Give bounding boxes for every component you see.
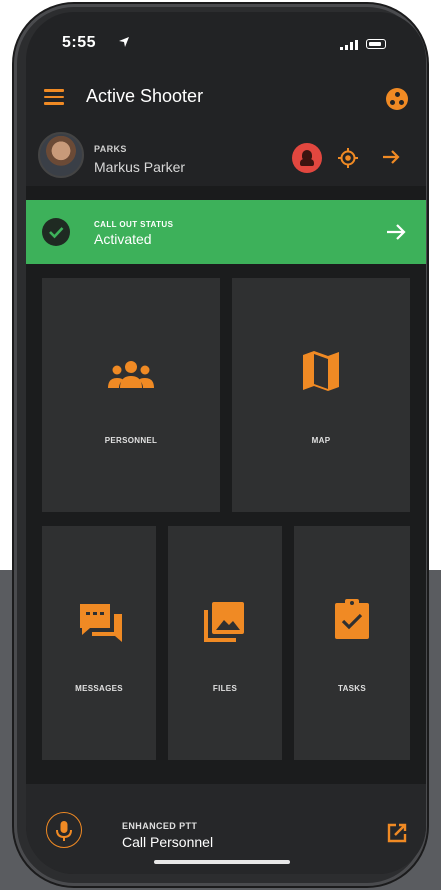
home-indicator[interactable] (154, 860, 290, 864)
messages-icon (80, 604, 122, 642)
signal-icon (340, 40, 358, 50)
tile-files-label: FILES (212, 684, 238, 693)
tile-messages[interactable]: MESSAGES (42, 526, 156, 760)
user-row[interactable]: PARKS Markus Parker (26, 124, 426, 186)
tile-personnel-label: PERSONNEL (104, 436, 158, 445)
callout-status-banner[interactable]: CALL OUT STATUS Activated (26, 200, 426, 264)
app-screen: 5:55 Active Shooter PARKS Markus Parker (26, 12, 426, 874)
callout-value: Activated (94, 231, 152, 247)
alert-icon[interactable] (292, 143, 322, 173)
location-arrow-icon (119, 37, 129, 47)
ptt-value: Call Personnel (122, 834, 214, 850)
tile-map-label: MAP (311, 436, 331, 445)
divider (26, 186, 426, 200)
tile-messages-label: MESSAGES (75, 684, 123, 693)
tile-map[interactable]: MAP (232, 278, 410, 512)
callout-label: CALL OUT STATUS (94, 220, 174, 229)
battery-icon (366, 39, 386, 49)
map-icon (303, 351, 339, 391)
avatar (38, 132, 84, 178)
group-icon (108, 361, 154, 388)
check-icon (42, 218, 70, 246)
tasks-icon (335, 599, 369, 639)
tile-tasks-label: TASKS (337, 684, 367, 693)
tile-personnel[interactable]: PERSONNEL (42, 278, 220, 512)
target-icon[interactable] (338, 148, 358, 168)
user-team: PARKS (94, 144, 127, 154)
microphone-icon[interactable] (46, 812, 82, 848)
open-external-icon[interactable] (386, 822, 408, 844)
status-bar: 5:55 (26, 12, 426, 76)
files-icon (204, 602, 244, 642)
page-title: Active Shooter (86, 86, 204, 106)
app-bar: Active Shooter (26, 76, 426, 124)
tile-files[interactable]: FILES (168, 526, 282, 760)
arrow-right-icon[interactable] (380, 146, 402, 168)
ptt-label: ENHANCED PTT (122, 821, 198, 831)
user-name: Markus Parker (94, 159, 186, 175)
incident-icon[interactable] (386, 88, 408, 110)
status-time: 5:55 (62, 34, 97, 51)
tile-tasks[interactable]: TASKS (294, 526, 410, 760)
menu-icon[interactable] (44, 89, 64, 105)
arrow-right-icon[interactable] (384, 220, 408, 244)
